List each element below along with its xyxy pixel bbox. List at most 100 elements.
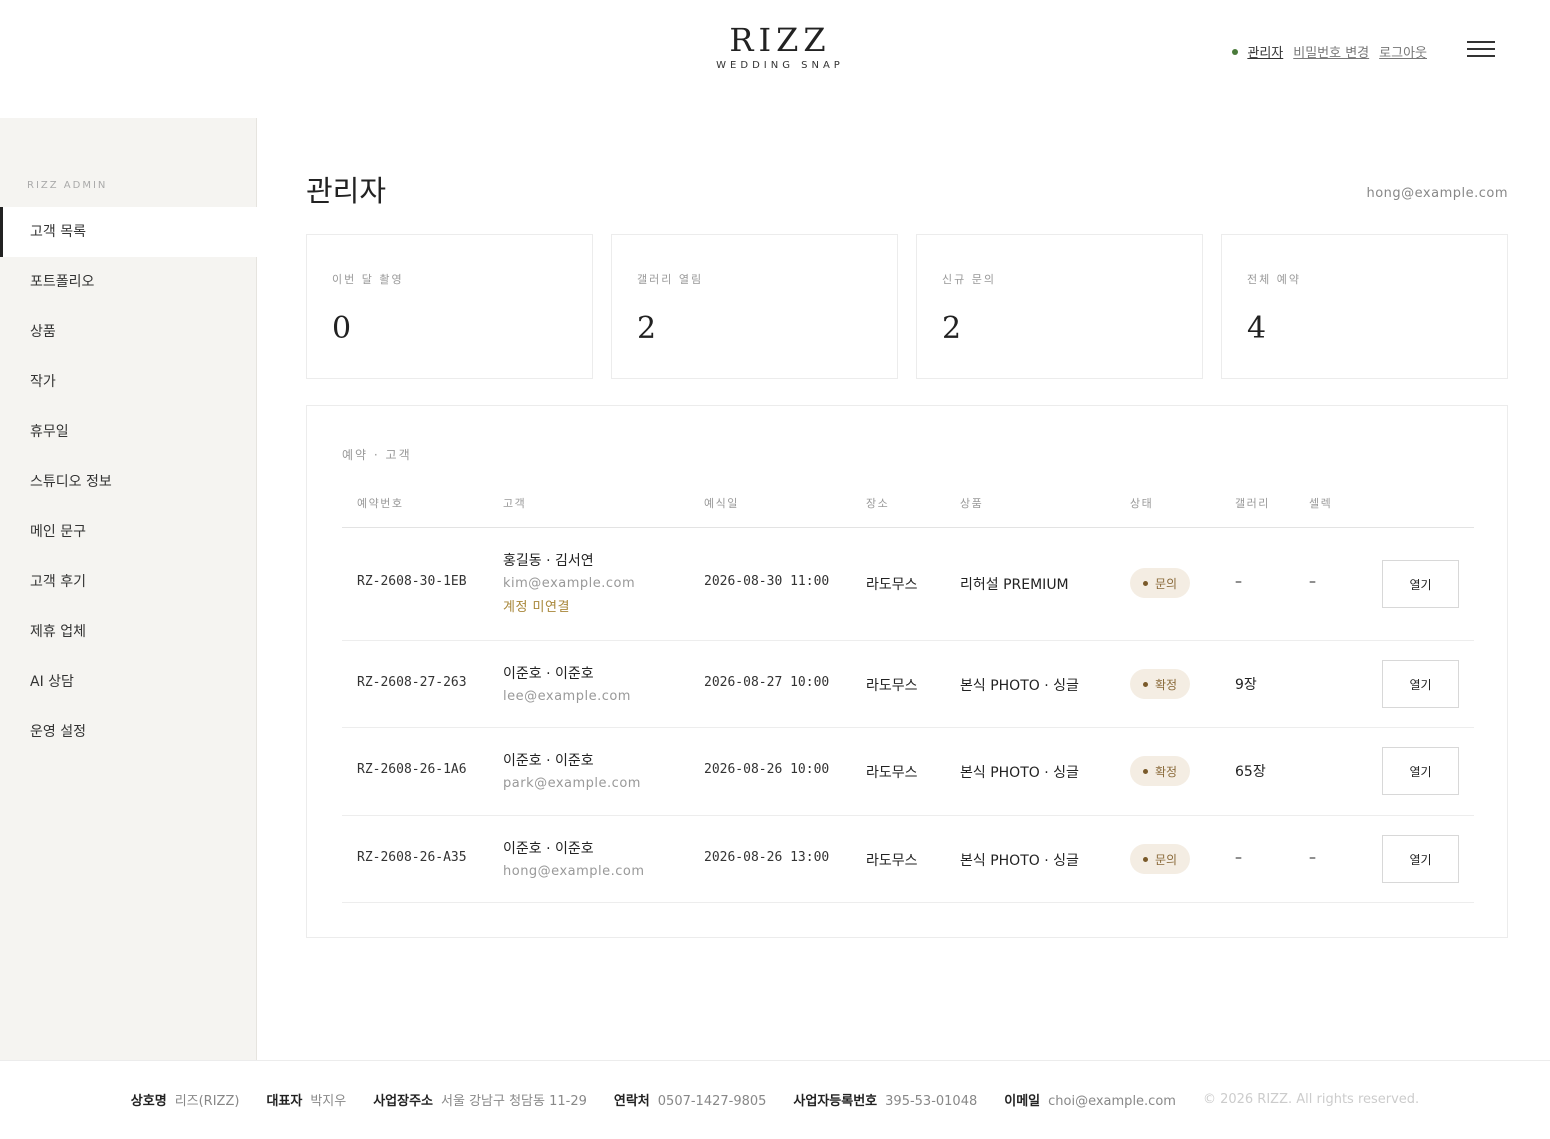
footer-email: 이메일 choi@example.com [1004,1094,1176,1109]
customer-email: park@example.com [503,776,641,791]
th-product: 상품 [960,497,984,510]
gallery-count: – [1235,850,1242,866]
sidebar-item-products[interactable]: 상품 [0,307,257,357]
customer-email: hong@example.com [503,864,645,879]
customer-email: lee@example.com [503,689,631,704]
stat-value: 4 [1247,311,1267,346]
table-row: RZ-2608-26-1A6 이준호 · 이준호 park@example.co… [342,728,1474,816]
sidebar-item-customers[interactable]: 고객 목록 [0,207,257,257]
th-venue: 장소 [866,497,890,510]
status-label: 문의 [1155,852,1178,867]
brand-tagline: WEDDING SNAP [716,60,844,71]
status-badge: 문의 [1130,568,1191,598]
wedding-date: 2026-08-27 10:00 [704,675,830,690]
sidebar-item-photographers[interactable]: 작가 [0,357,257,407]
status-dot-icon [1143,580,1148,586]
customer-cell: 이준호 · 이준호 park@example.com [503,750,641,791]
status-label: 문의 [1155,576,1178,591]
customer-cell: 이준호 · 이준호 hong@example.com [503,838,645,879]
stat-card-monthly-shoots: 이번 달 촬영 0 [306,234,593,379]
sidebar-item-studio-info[interactable]: 스튜디오 정보 [0,457,257,507]
table-row: RZ-2608-30-1EB 홍길동 · 김서연 kim@example.com… [342,528,1474,641]
active-dot-icon [1232,48,1239,55]
nav-logout-link[interactable]: 로그아웃 [1379,42,1427,61]
select-count: – [1309,850,1316,866]
nav-change-password-link[interactable]: 비밀번호 변경 [1293,42,1369,61]
sidebar-item-holidays[interactable]: 휴무일 [0,407,257,457]
product: 리허설 PREMIUM [960,577,1069,593]
footer-copyright: © 2026 RIZZ. All rights reserved. [1202,1092,1420,1107]
sidebar-item-partners[interactable]: 제휴 업체 [0,607,257,657]
status-badge: 확정 [1130,669,1191,699]
stat-card-gallery-open: 갤러리 열림 2 [611,234,898,379]
status-badge: 문의 [1130,844,1191,874]
sidebar-nav: 고객 목록 포트폴리오 상품 작가 휴무일 스튜디오 정보 메인 문구 고객 후… [0,207,257,757]
status-dot-icon [1143,768,1148,774]
footer-ceo: 대표자 박지우 [266,1094,347,1109]
status-dot-icon [1143,681,1148,687]
open-button[interactable]: 열기 [1382,660,1459,708]
th-wedding-date: 예식일 [704,497,739,510]
table-row: RZ-2608-27-263 이준호 · 이준호 lee@example.com… [342,641,1474,728]
booking-id: RZ-2608-27-263 [357,675,467,690]
hamburger-menu-icon[interactable] [1467,41,1495,59]
account-unlinked-flag: 계정 미연결 [503,600,570,615]
top-nav: 관리자 비밀번호 변경 로그아웃 [1232,42,1437,61]
footer-address: 사업장주소 서울 강남구 청담동 11-29 [373,1094,587,1109]
customer-email: kim@example.com [503,576,636,591]
stat-card-new-inquiries: 신규 문의 2 [916,234,1203,379]
footer-business-number: 사업자등록번호 395-53-01048 [793,1094,978,1109]
customer-name: 홍길동 · 김서연 [503,553,594,569]
stat-value: 0 [332,311,352,346]
footer-phone: 연락처 0507-1427-9805 [613,1094,767,1109]
booking-id: RZ-2608-30-1EB [357,574,467,589]
booking-id: RZ-2608-26-A35 [357,850,467,865]
venue: 라도무스 [866,765,918,781]
status-badge: 확정 [1130,756,1191,786]
stat-label: 전체 예약 [1247,273,1301,286]
customer-cell: 홍길동 · 김서연 kim@example.com 계정 미연결 [503,550,635,615]
sidebar-item-main-copy[interactable]: 메인 문구 [0,507,257,557]
th-gallery: 갤러리 [1235,497,1270,510]
nav-admin-link[interactable]: 관리자 [1247,42,1283,61]
product: 본식 PHOTO · 싱글 [960,765,1079,781]
sidebar-item-reviews[interactable]: 고객 후기 [0,557,257,607]
stat-value: 2 [637,311,657,346]
site-header: RIZZ WEDDING SNAP 관리자 비밀번호 변경 로그아웃 [0,0,1550,118]
stats-row: 이번 달 촬영 0 갤러리 열림 2 신규 문의 2 전체 예약 4 [306,234,1508,379]
page-title: 관리자 [306,174,387,208]
table-row: RZ-2608-26-A35 이준호 · 이준호 hong@example.co… [342,816,1474,903]
customer-name: 이준호 · 이준호 [503,666,594,682]
product: 본식 PHOTO · 싱글 [960,678,1079,694]
th-status: 상태 [1130,497,1154,510]
stat-label: 신규 문의 [942,273,996,286]
gallery-count: – [1235,574,1242,590]
sidebar-item-portfolio[interactable]: 포트폴리오 [0,257,257,307]
wedding-date: 2026-08-30 11:00 [704,574,830,589]
venue: 라도무스 [866,577,918,593]
customer-name: 이준호 · 이준호 [503,841,594,857]
footer-info: 상호명 리즈(RIZZ) 대표자 박지우 사업장주소 서울 강남구 청담동 11-29… [0,1090,1550,1109]
status-label: 확정 [1155,764,1178,779]
sidebar-title: RIZZ ADMIN [27,180,108,191]
th-customer: 고객 [503,497,527,510]
gallery-count: 65장 [1235,764,1266,780]
status-dot-icon [1143,856,1148,862]
stat-value: 2 [942,311,962,346]
table-header: 예약번호 고객 예식일 장소 상품 상태 갤러리 셀렉 [342,495,1474,528]
open-button[interactable]: 열기 [1382,835,1459,883]
stat-label: 이번 달 촬영 [332,273,404,286]
open-button[interactable]: 열기 [1382,560,1459,608]
stat-label: 갤러리 열림 [637,273,704,286]
booking-id: RZ-2608-26-1A6 [357,762,467,777]
sidebar-item-settings[interactable]: 운영 설정 [0,707,257,757]
gallery-count: 9장 [1235,677,1257,693]
wedding-date: 2026-08-26 13:00 [704,850,830,865]
open-button[interactable]: 열기 [1382,747,1459,795]
status-label: 확정 [1155,677,1178,692]
select-count: – [1309,574,1316,590]
venue: 라도무스 [866,678,918,694]
th-select: 셀렉 [1309,497,1333,510]
bookings-table-card: 예약 · 고객 예약번호 고객 예식일 장소 상품 상태 갤러리 셀렉 RZ-2… [306,405,1508,938]
sidebar-item-ai-consult[interactable]: AI 상담 [0,657,257,707]
